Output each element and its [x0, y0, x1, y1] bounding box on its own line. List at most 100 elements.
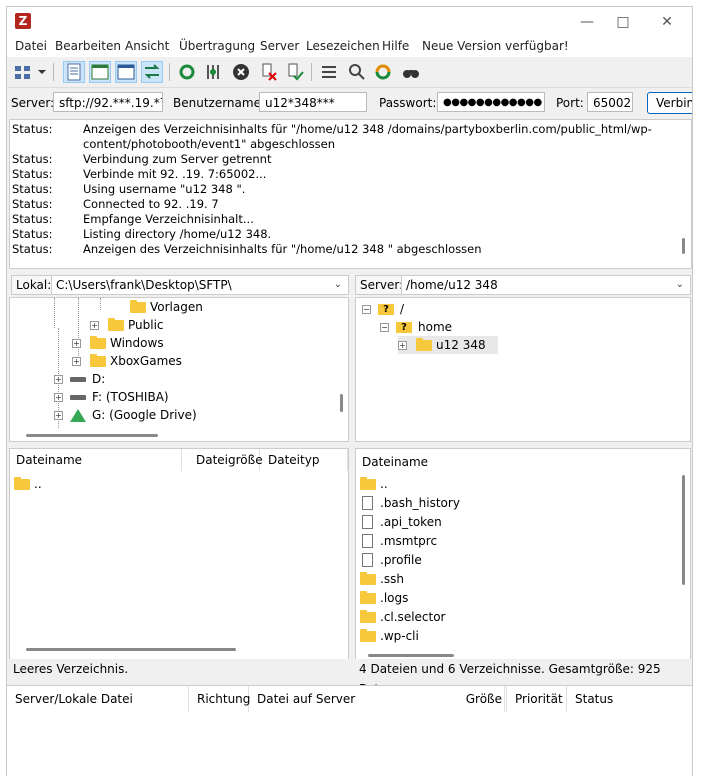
chevron-down-icon[interactable]: ⌄: [334, 276, 342, 294]
reconnect-icon[interactable]: [285, 62, 305, 82]
tree-item-public[interactable]: + Public: [90, 316, 290, 334]
title-bar: Z — □ ✕: [7, 7, 692, 37]
expand-icon[interactable]: +: [90, 321, 99, 330]
minimize-icon[interactable]: —: [569, 11, 605, 33]
server-input[interactable]: sftp://92.***.19.*7: [53, 92, 163, 112]
file-name: ..: [380, 477, 388, 491]
tree-item-g-drive[interactable]: + G: (Google Drive): [54, 406, 254, 424]
file-row[interactable]: .profile: [360, 551, 660, 570]
synchronized-browsing-icon[interactable]: [373, 62, 393, 82]
remote-files-vscrollbar[interactable]: [682, 475, 685, 585]
disconnect-icon[interactable]: [259, 62, 279, 82]
column-header-dateiname[interactable]: Dateiname: [356, 451, 676, 473]
log-message: Verbinde mit 92. .19. 7:65002...: [83, 167, 267, 181]
file-row[interactable]: .cl.selector: [360, 608, 660, 627]
tree-item-label: u12 348: [436, 338, 486, 352]
file-row[interactable]: .api_token: [360, 513, 660, 532]
file-name: ..: [34, 477, 42, 491]
queue-column-status[interactable]: Status: [567, 686, 692, 712]
menu-bearbeiten[interactable]: Bearbeiten: [55, 39, 121, 53]
refresh-icon[interactable]: [177, 62, 197, 82]
queue-column-server-local-file[interactable]: Server/Lokale Datei: [7, 686, 189, 712]
column-header-dateityp[interactable]: Dateityp: [262, 449, 348, 471]
toggle-remote-tree-icon[interactable]: [115, 61, 137, 83]
queue-column-groesse[interactable]: Größe: [447, 686, 507, 712]
menu-uebertragung[interactable]: Übertragung: [179, 39, 255, 53]
cancel-operation-icon[interactable]: [231, 62, 251, 82]
tree-item-vorlagen[interactable]: Vorlagen: [100, 298, 300, 316]
tree-item-d-drive[interactable]: + D:: [54, 370, 254, 388]
remote-files-hscrollbar[interactable]: [368, 654, 454, 657]
search-remote-files-icon[interactable]: [401, 62, 421, 82]
expand-icon[interactable]: +: [72, 357, 81, 366]
local-files-hscrollbar[interactable]: [26, 648, 236, 651]
file-icon: [362, 534, 373, 548]
expand-icon[interactable]: +: [72, 339, 81, 348]
maximize-icon[interactable]: □: [605, 11, 641, 33]
chevron-down-icon[interactable]: ⌄: [676, 276, 684, 294]
menu-server[interactable]: Server: [260, 39, 299, 53]
tree-item-f-drive[interactable]: + F: (TOSHIBA): [54, 388, 254, 406]
transfer-queue[interactable]: Server/Lokale Datei Richtung Datei auf S…: [7, 685, 692, 776]
toggle-queue-icon[interactable]: [141, 61, 163, 83]
collapse-icon[interactable]: −: [380, 323, 389, 332]
tree-item-home[interactable]: − ? home: [380, 318, 580, 336]
expand-icon[interactable]: +: [54, 411, 63, 420]
toolbar-separator: [169, 63, 170, 81]
folder-icon: [360, 610, 376, 623]
file-row[interactable]: .msmtprc: [360, 532, 660, 551]
file-icon: [362, 496, 373, 510]
local-directory-tree[interactable]: Vorlagen + Public + Windows + XboxGames …: [9, 297, 349, 442]
tree-item-user-home[interactable]: + u12 348: [398, 336, 498, 354]
local-tree-hscrollbar[interactable]: [26, 434, 158, 437]
site-manager-icon[interactable]: [13, 62, 33, 82]
local-path-input[interactable]: C:\Users\frank\Desktop\SFTP\ ⌄: [51, 275, 349, 295]
remote-file-list[interactable]: Dateiname .. .bash_history .api_token .m…: [355, 448, 691, 663]
toggle-local-tree-icon[interactable]: [89, 61, 111, 83]
expand-icon[interactable]: +: [398, 341, 407, 350]
log-scrollbar[interactable]: [682, 238, 685, 254]
expand-icon[interactable]: +: [54, 375, 63, 384]
file-row[interactable]: .wp-cli: [360, 627, 660, 646]
tree-item-label: XboxGames: [110, 354, 182, 368]
menu-lesezeichen[interactable]: Lesezeichen: [306, 39, 380, 53]
connect-button[interactable]: Verbinden: [647, 92, 692, 114]
close-icon[interactable]: ✕: [649, 11, 685, 33]
menu-ansicht[interactable]: Ansicht: [125, 39, 169, 53]
queue-column-richtung[interactable]: Richtung: [189, 686, 250, 712]
directory-listing-filter-icon[interactable]: [319, 62, 339, 82]
file-row[interactable]: ..: [14, 475, 314, 494]
unknown-folder-icon: ?: [396, 322, 412, 333]
compare-directories-icon[interactable]: [347, 62, 367, 82]
password-input[interactable]: ●●●●●●●●●●●●: [437, 92, 545, 112]
collapse-icon[interactable]: −: [362, 305, 371, 314]
file-row[interactable]: .logs: [360, 589, 660, 608]
file-row[interactable]: ..: [360, 475, 660, 494]
username-input[interactable]: u12*348***: [259, 92, 367, 112]
remote-path-input[interactable]: /home/u12 348 ⌄: [401, 275, 691, 295]
file-row[interactable]: .ssh: [360, 570, 660, 589]
menu-neue-version[interactable]: Neue Version verfügbar!: [422, 39, 569, 53]
remote-directory-tree[interactable]: − ? / − ? home + u12 348: [355, 297, 691, 442]
menu-bar: Datei Bearbeiten Ansicht Übertragung Ser…: [7, 37, 692, 57]
toggle-log-icon[interactable]: [63, 61, 85, 83]
column-header-dateigroesse[interactable]: Dateigröße: [190, 449, 263, 471]
filezilla-logo-icon: Z: [15, 13, 31, 29]
port-input[interactable]: 65002: [587, 92, 633, 112]
menu-hilfe[interactable]: Hilfe: [382, 39, 409, 53]
tree-item-label: home: [418, 320, 453, 334]
message-log[interactable]: Status: Anzeigen des Verzeichnisinhalts f…: [9, 119, 692, 269]
menu-datei[interactable]: Datei: [15, 39, 47, 53]
expand-icon[interactable]: +: [54, 393, 63, 402]
tree-item-windows[interactable]: + Windows: [72, 334, 272, 352]
process-queue-icon[interactable]: [203, 62, 223, 82]
drive-icon: [70, 395, 86, 400]
dropdown-arrow-icon[interactable]: [37, 62, 47, 82]
tree-item-root[interactable]: − ? /: [362, 300, 562, 318]
tree-item-xboxgames[interactable]: + XboxGames: [72, 352, 272, 370]
tree-item-label: Vorlagen: [150, 300, 203, 314]
local-tree-vscrollbar[interactable]: [340, 394, 343, 412]
file-row[interactable]: .bash_history: [360, 494, 660, 513]
queue-column-prioritaet[interactable]: Priorität: [507, 686, 567, 712]
local-file-list[interactable]: Dateiname ⌃ Dateigröße Dateityp ..: [9, 448, 349, 663]
